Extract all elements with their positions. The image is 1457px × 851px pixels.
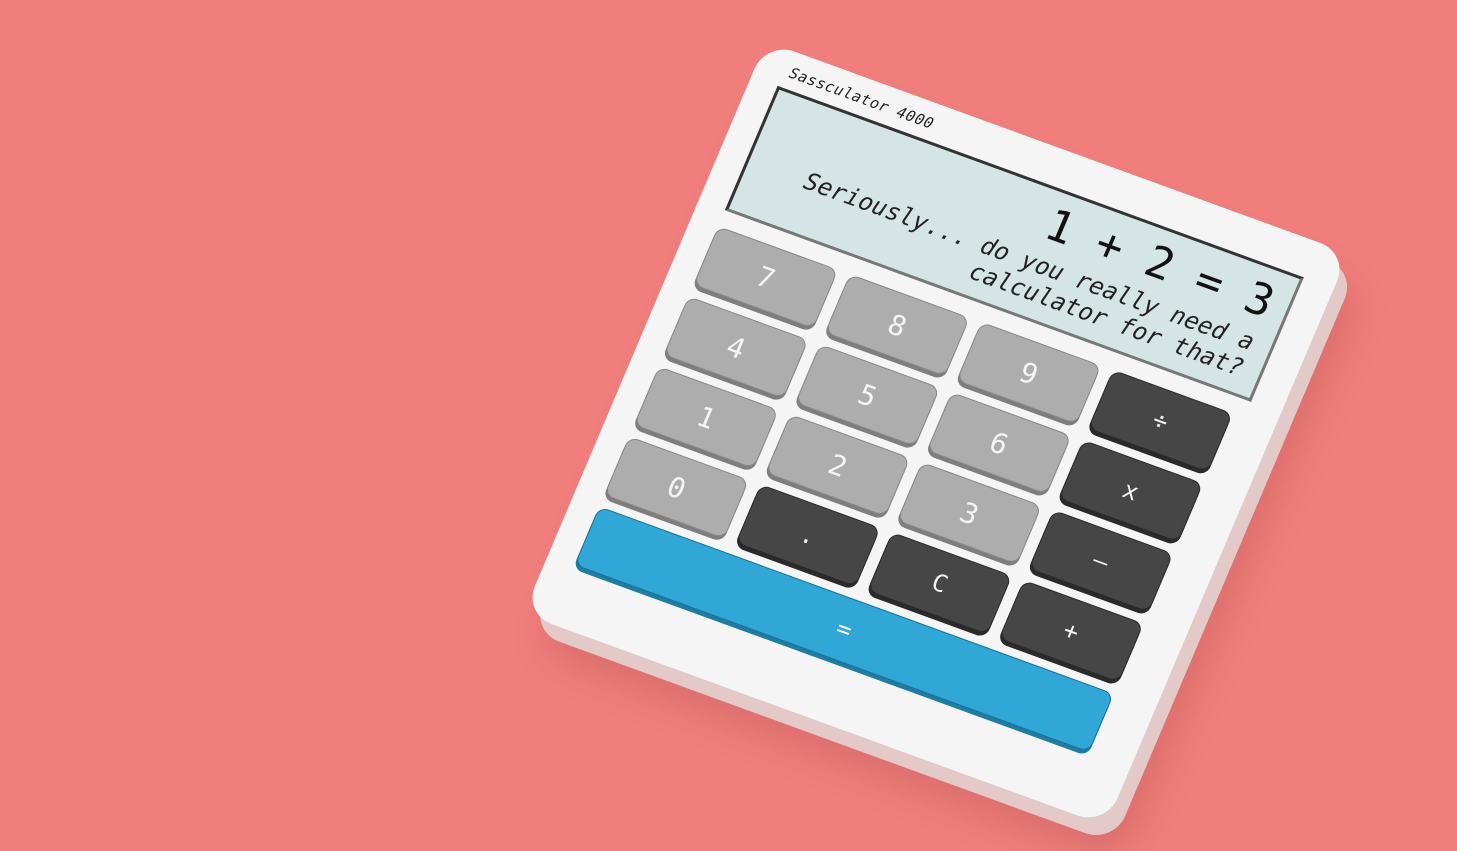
page-background: Sassculator 4000 1 + 2 = 3 Seriously... … xyxy=(0,0,1457,851)
calculator: Sassculator 4000 1 + 2 = 3 Seriously... … xyxy=(523,41,1349,826)
